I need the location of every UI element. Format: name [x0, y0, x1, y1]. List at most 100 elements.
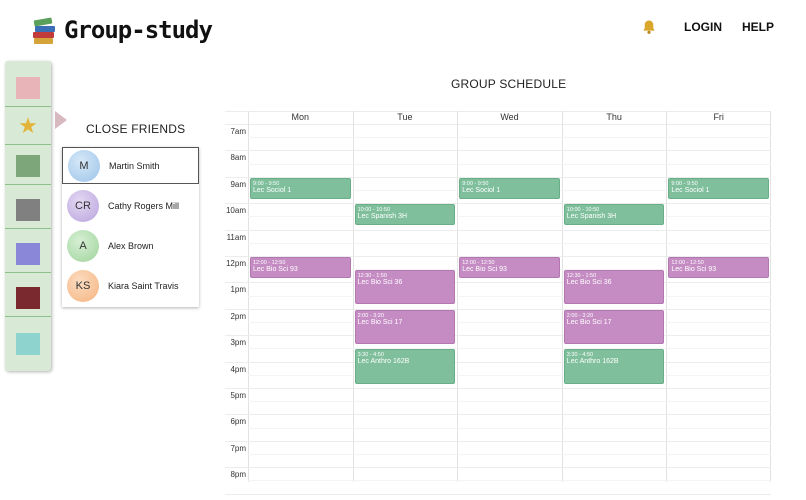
event-title: Lec Sociol 1 — [671, 186, 710, 194]
event-title: Lec Sociol 1 — [462, 186, 501, 194]
grid-line — [225, 440, 771, 442]
grid-line — [248, 137, 771, 139]
schedule-grid: Mon Tue Wed Thu Fri 7am 8am 9am 10am 11am 12pm 1pm 2… — [225, 111, 771, 495]
sidebar-item-gray-group[interactable] — [5, 191, 51, 229]
login-link[interactable]: LOGIN — [684, 20, 722, 34]
time-label: 8pm — [230, 470, 246, 480]
event-title: Lec Bio Sci 93 — [462, 266, 507, 273]
app-logo[interactable]: Group-study — [32, 16, 213, 44]
time-label: 4pm — [230, 364, 246, 374]
event-title: Lec Bio Sci 36 — [357, 279, 403, 287]
time-label: 11am — [226, 232, 246, 242]
day-header: Wed — [500, 112, 519, 122]
event-title: Lec Sociol 1 — [253, 186, 292, 194]
friend-item[interactable]: A Alex Brown — [62, 227, 199, 264]
class-event[interactable]: 12:00 - 12:50 Lec Bio Sci 93 — [668, 257, 769, 278]
grid-line — [225, 282, 771, 284]
friend-item[interactable]: CR Cathy Rogers Mill — [62, 187, 199, 224]
class-event[interactable]: 3:30 - 4:50 Lec Anthro 162B — [563, 349, 665, 384]
friend-item[interactable]: KS Kiara Saint Travis — [62, 267, 199, 304]
avatar: KS — [67, 269, 99, 302]
app-name: Group-study — [64, 16, 213, 44]
grid-line — [225, 203, 771, 205]
day-header: Fri — [713, 112, 724, 122]
sidebar-item-purple-group[interactable] — [5, 235, 51, 273]
teal-swatch-icon — [16, 333, 40, 355]
time-label: 12pm — [225, 259, 246, 268]
time-label: 6pm — [230, 417, 246, 427]
grid-line — [248, 163, 771, 165]
sidebar-item-maroon-group[interactable] — [5, 279, 51, 317]
maroon-swatch-icon — [16, 286, 40, 309]
schedule-title: GROUP SCHEDULE — [451, 77, 567, 91]
event-title: Lec Bio Sci 93 — [671, 266, 717, 273]
event-title: Lec Spanish 3H — [357, 213, 408, 221]
grid-line — [225, 150, 771, 152]
class-event[interactable]: 12:00 - 12:50 Lec Bio Sci 93 — [459, 257, 560, 278]
class-event[interactable]: 3:30 - 4:50 Lec Anthro 162B — [354, 349, 456, 384]
time-label: 8am — [230, 153, 246, 163]
avatar: M — [68, 149, 100, 182]
friend-name: Alex Brown — [108, 240, 154, 251]
grid-line — [248, 374, 771, 376]
grid-line — [225, 414, 771, 416]
friend-name: Cathy Rogers Mill — [108, 200, 180, 211]
friends-title: CLOSE FRIENDS — [86, 122, 186, 136]
grid-line — [225, 229, 771, 231]
time-label: 1pm — [230, 285, 246, 295]
event-title: Lec Bio Sci 17 — [566, 318, 612, 326]
class-event[interactable]: 9:00 - 9:50 Lec Sociol 1 — [668, 177, 769, 199]
grid-line — [248, 295, 771, 297]
friend-name: Kiara Saint Travis — [108, 280, 179, 291]
grid-line — [225, 467, 771, 469]
event-title: Lec Bio Sci 17 — [357, 318, 403, 326]
class-event[interactable]: 9:00 - 9:50 Lec Sociol 1 — [250, 177, 351, 199]
pink-swatch-icon — [16, 76, 40, 99]
time-label: 5pm — [230, 391, 246, 400]
purple-swatch-icon — [16, 242, 40, 265]
grid-line — [248, 242, 771, 244]
class-event[interactable]: 12:30 - 1:50 Lec Bio Sci 36 — [563, 270, 665, 305]
class-event[interactable]: 9:00 - 9:50 Lec Sociol 1 — [459, 177, 560, 199]
class-event[interactable]: 12:00 - 12:50 Lec Bio Sci 93 — [250, 257, 351, 278]
grid-line — [225, 388, 771, 389]
time-label: 9am — [230, 179, 246, 189]
class-event[interactable]: 2:00 - 3:20 Lec Bio Sci 17 — [354, 309, 456, 344]
sidebar-item-green-group[interactable] — [5, 147, 51, 185]
grid-line — [248, 322, 771, 323]
grid-line — [225, 361, 771, 363]
sidebar-item-teal-group[interactable] — [5, 325, 51, 363]
bell-icon[interactable] — [641, 19, 657, 35]
event-title: Lec Spanish 3H — [566, 213, 617, 221]
day-header: Thu — [606, 112, 622, 122]
group-sidebar: ★ — [5, 61, 51, 371]
event-title: Lec Bio Sci 36 — [566, 279, 612, 287]
event-title: Lec Anthro 162B — [566, 358, 619, 366]
grid-line — [248, 216, 771, 218]
event-title: Lec Bio Sci 93 — [253, 266, 298, 273]
friend-item[interactable]: M Martin Smith — [62, 147, 199, 184]
time-label: 3pm — [230, 338, 246, 348]
sidebar-item-favorites[interactable]: ★ — [5, 107, 51, 145]
time-label: 2pm — [230, 311, 246, 321]
friend-name: Martin Smith — [109, 160, 160, 171]
star-icon: ★ — [18, 112, 38, 138]
grid-line — [225, 493, 771, 495]
help-link[interactable]: HELP — [742, 20, 774, 34]
day-header: Mon — [291, 112, 310, 122]
class-event[interactable]: 10:00 - 10:50 Lec Spanish 3H — [354, 204, 456, 226]
grid-line — [225, 308, 771, 310]
grid-line — [225, 335, 771, 337]
grid-line — [225, 124, 771, 125]
gray-swatch-icon — [16, 198, 40, 221]
class-event[interactable]: 10:00 - 10:50 Lec Spanish 3H — [563, 204, 665, 226]
grid-line — [248, 401, 771, 403]
selection-arrow-icon — [55, 111, 67, 129]
books-icon — [32, 17, 58, 44]
class-event[interactable]: 2:00 - 3:20 Lec Bio Sci 17 — [563, 309, 665, 344]
sidebar-item-pink-group[interactable] — [5, 69, 51, 107]
class-event[interactable]: 12:30 - 1:50 Lec Bio Sci 36 — [354, 270, 456, 305]
time-label: 7am — [230, 127, 246, 136]
friends-list: M Martin Smith CR Cathy Rogers Mill A Al… — [62, 147, 199, 307]
event-title: Lec Anthro 162B — [357, 358, 410, 366]
